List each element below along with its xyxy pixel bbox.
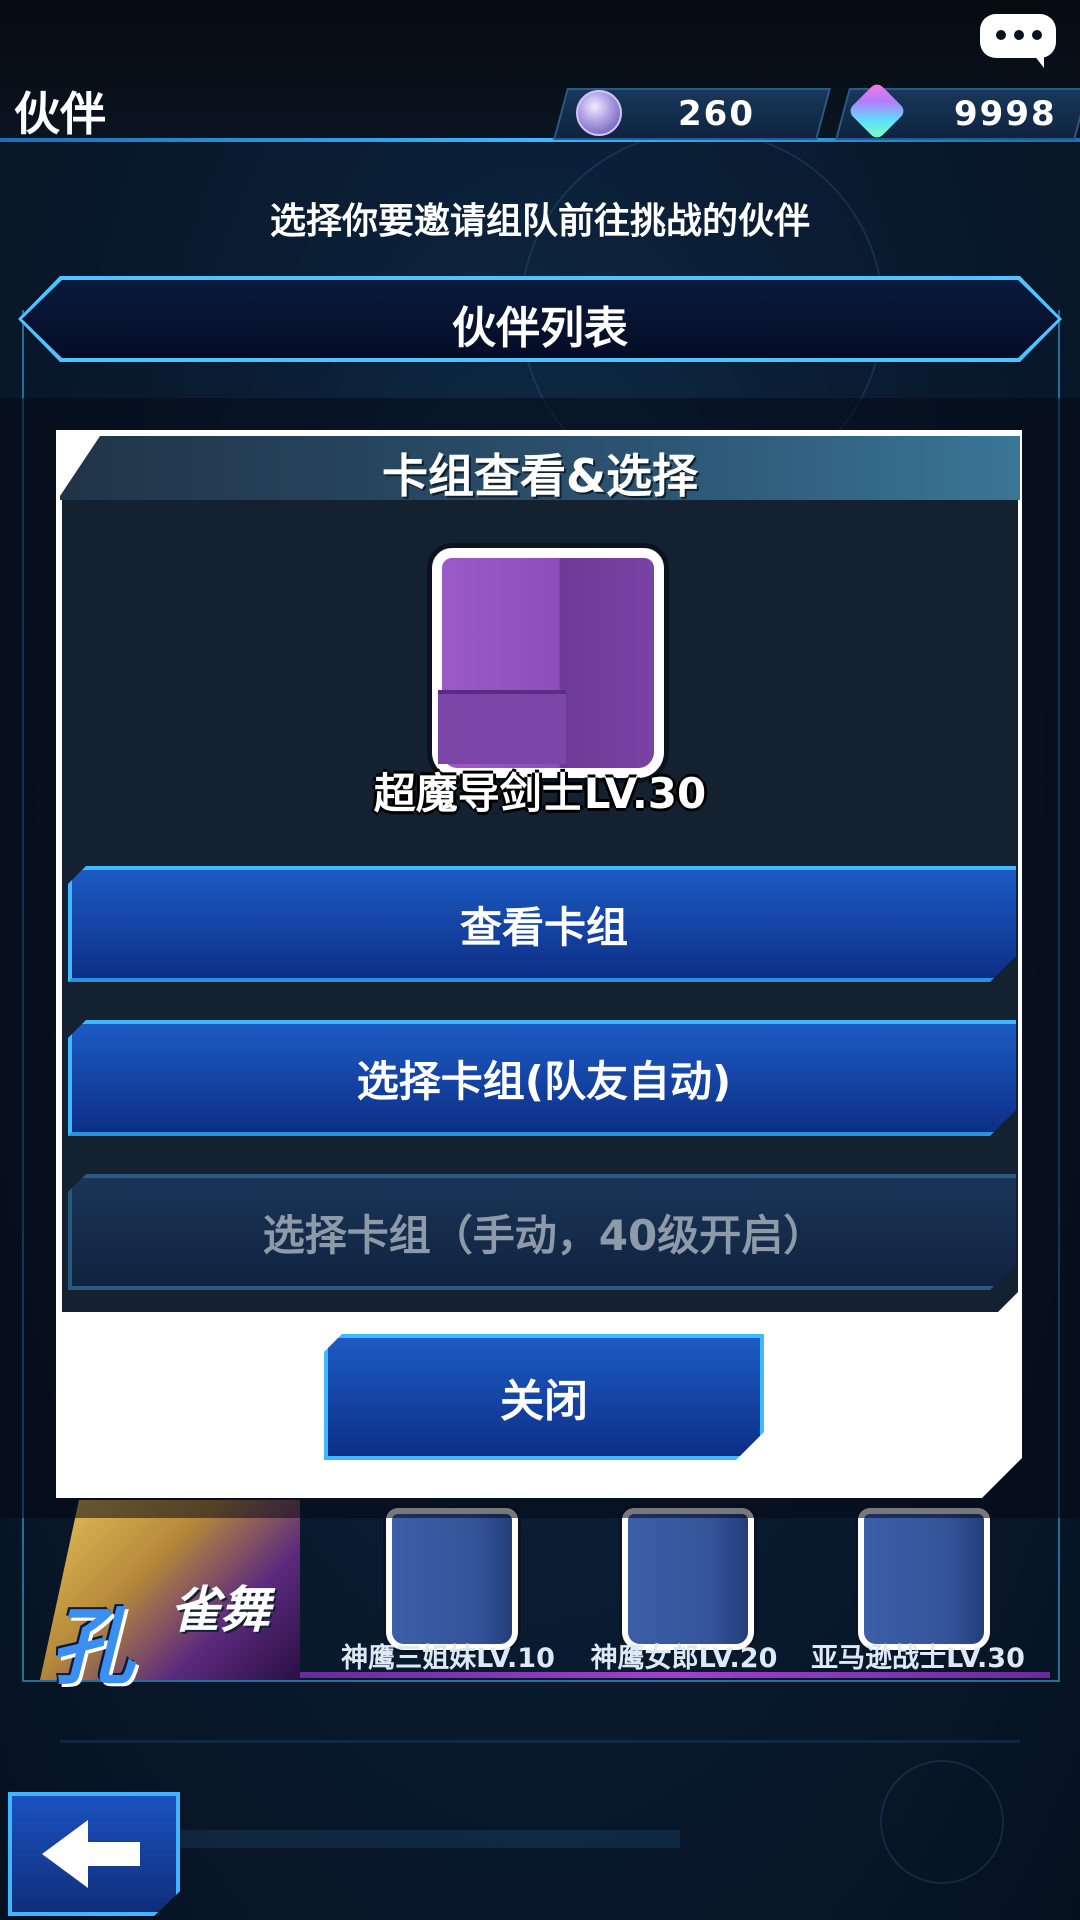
gem-count: 9998: [954, 94, 1057, 134]
close-label: 关闭: [500, 1376, 588, 1427]
selected-deck-name: 超魔导剑士LV.30: [373, 769, 707, 818]
deck-label: 神鹰女郎LV.20: [590, 1643, 778, 1674]
instruction-text: 选择你要邀请组队前往挑战的伙伴: [269, 201, 810, 242]
deck-box-icon[interactable]: [622, 1508, 754, 1650]
chat-dot: [1014, 30, 1024, 40]
chat-dot: [1032, 30, 1042, 40]
arrow-left-icon: [42, 1820, 140, 1888]
auto-select-deck-button[interactable]: 选择卡组(队友自动): [68, 1020, 1016, 1136]
bg-decoration: [880, 1760, 1004, 1884]
screen-title: 伙伴: [14, 87, 106, 141]
close-button[interactable]: 关闭: [324, 1334, 764, 1460]
manual-select-deck-button[interactable]: 选择卡组（手动，40级开启）: [68, 1174, 1016, 1290]
chat-dot: [996, 30, 1006, 40]
deck-label: 亚马逊战士LV.30: [811, 1643, 1025, 1674]
partner-list-title: 伙伴列表: [452, 303, 628, 354]
deck-label: 神鹰三姐妹LV.10: [341, 1643, 555, 1674]
partner-row-underline: [300, 1672, 1050, 1678]
chat-icon-tail: [1030, 50, 1044, 68]
auto-select-deck-label: 选择卡组(队友自动): [356, 1056, 732, 1106]
deck-modal-title: 卡组查看&选择: [381, 449, 699, 503]
back-button[interactable]: [8, 1792, 180, 1916]
partner-name-glyph: 孔: [50, 1598, 135, 1696]
orb-count: 260: [678, 94, 755, 134]
partner-name: 雀舞: [170, 1581, 270, 1639]
bg-decoration: [180, 1830, 680, 1848]
manual-select-deck-label: 选择卡组（手动，40级开启）: [262, 1210, 826, 1260]
deck-box-icon[interactable]: [386, 1508, 518, 1650]
deck-box-icon[interactable]: [858, 1508, 990, 1650]
orb-icon: [576, 90, 622, 136]
view-deck-button[interactable]: 查看卡组: [68, 866, 1016, 982]
view-deck-label: 查看卡组: [459, 902, 628, 952]
bg-decoration: [60, 1740, 1020, 1743]
deck-box-flap: [438, 690, 566, 764]
